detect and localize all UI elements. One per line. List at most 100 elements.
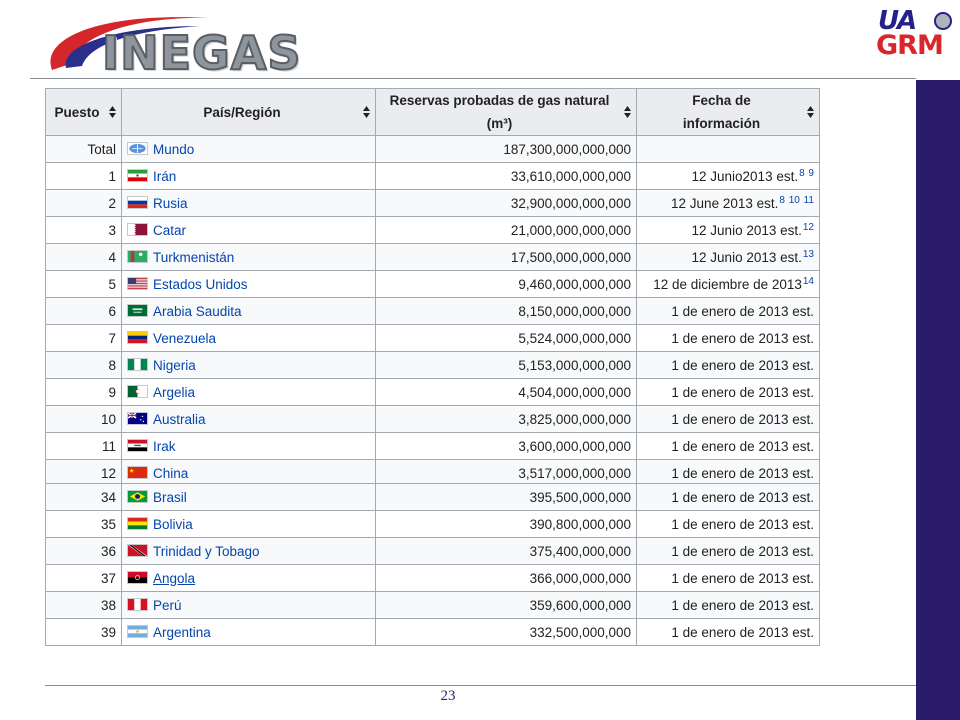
rank-cell: 4 [45,243,122,271]
argentina-flag-icon [127,625,148,639]
table-header-row: Puesto País/Región Reservas probadas de … [45,88,820,136]
country-cell: Arabia Saudita [121,297,376,325]
date-text: 1 de enero de 2013 est. [671,411,814,427]
table-row: 9 Argelia 4,504,000,000,000 1 de enero de 2… [45,378,820,406]
rank-cell: 8 [45,351,122,379]
reserves-cell: 332,500,000,000 [375,618,637,646]
country-cell: Mundo [121,135,376,163]
date-cell: 1 de enero de 2013 est. [636,564,820,592]
table-row: 38 Perú 359,600,000,000 1 de enero de 2013 … [45,591,820,619]
date-text: 1 de enero de 2013 est. [671,516,814,532]
table-row: 5 Estados Unidos 9,460,000,000,000 12 de di… [45,270,820,298]
header-date-label-2: información [682,116,761,131]
date-text: 1 de enero de 2013 est. [671,303,814,319]
date-cell: 1 de enero de 2013 est. [636,510,820,538]
country-cell: Brasil [121,483,376,511]
table-row: 8 Nigeria 5,153,000,000,000 1 de enero de 2… [45,351,820,379]
reserves-cell: 21,000,000,000,000 [375,216,637,244]
side-bar [916,80,960,720]
country-link[interactable]: Arabia Saudita [153,304,242,319]
country-cell: Perú [121,591,376,619]
date-cell: 1 de enero de 2013 est. [636,618,820,646]
country-link[interactable]: China [153,466,188,481]
nigeria-flag-icon [127,358,148,372]
reserves-cell: 3,600,000,000,000 [375,432,637,460]
china-flag-icon [127,466,148,480]
country-link[interactable]: Mundo [153,142,194,157]
country-link[interactable]: Estados Unidos [153,277,248,292]
country-link[interactable]: Nigeria [153,358,196,373]
reference-link[interactable]: 14 [803,276,814,287]
country-link[interactable]: Argelia [153,385,195,400]
country-link[interactable]: Trinidad y Tobago [153,544,260,559]
header-divider [30,78,916,79]
country-cell: Venezuela [121,324,376,352]
footer-divider [45,685,916,686]
reference-link[interactable]: 12 [803,222,814,233]
date-text: 1 de enero de 2013 est. [671,543,814,559]
uagrm-logo-bottom: GRM [876,30,944,61]
date-text: 1 de enero de 2013 est. [671,489,814,505]
inegas-logo-text: INEGAS [101,26,302,80]
rank-cell: Total [45,135,122,163]
gas-reserves-table-bottom: 34 Brasil 395,500,000,000 1 de enero de 201… [45,483,820,646]
country-link[interactable]: Irak [153,439,176,454]
date-text: 12 de diciembre de 2013 [653,277,802,292]
date-cell [636,135,820,163]
country-link[interactable]: Irán [153,169,176,184]
country-link[interactable]: Venezuela [153,331,216,346]
table-row: 34 Brasil 395,500,000,000 1 de enero de 201… [45,483,820,511]
reference-link[interactable]: 8 10 11 [779,195,814,206]
country-cell: Argelia [121,378,376,406]
date-text: 1 de enero de 2013 est. [671,465,814,481]
brazil-flag-icon [127,490,148,504]
country-link[interactable]: Perú [153,598,182,613]
reserves-cell: 33,610,000,000,000 [375,162,637,190]
rank-cell: 37 [45,564,122,592]
reserves-cell: 359,600,000,000 [375,591,637,619]
rank-cell: 34 [45,483,122,511]
country-link[interactable]: Bolivia [153,517,193,532]
date-text: 12 Junio2013 est. [691,169,799,184]
country-cell: Argentina [121,618,376,646]
saudi-flag-icon [127,304,148,318]
table-row: 11 Irak 3,600,000,000,000 1 de enero de 201… [45,432,820,460]
date-cell: 1 de enero de 2013 est. [636,351,820,379]
inegas-logo: INEGAS [40,8,310,80]
date-cell: 12 June 2013 est.8 10 11 [636,189,820,217]
header-date[interactable]: Fecha de información [636,88,820,136]
reserves-cell: 9,460,000,000,000 [375,270,637,298]
rank-cell: 1 [45,162,122,190]
date-text: 1 de enero de 2013 est. [671,597,814,613]
header-country[interactable]: País/Región [121,88,376,136]
table-row: 39 Argentina 332,500,000,000 1 de enero de … [45,618,820,646]
header-rank[interactable]: Puesto [45,88,122,136]
country-link[interactable]: Angola [153,571,195,586]
reserves-cell: 17,500,000,000,000 [375,243,637,271]
date-text: 1 de enero de 2013 est. [671,624,814,640]
australia-flag-icon [127,412,148,426]
header-reserves-label-2: (m³) [486,116,513,131]
country-link[interactable]: Turkmenistán [153,250,234,265]
date-cell: 1 de enero de 2013 est. [636,483,820,511]
country-link[interactable]: Argentina [153,625,211,640]
country-cell: Irán [121,162,376,190]
header-reserves[interactable]: Reservas probadas de gas natural (m³) [375,88,637,136]
country-link[interactable]: Rusia [153,196,188,211]
country-cell: Estados Unidos [121,270,376,298]
table-row: 7 Venezuela 5,524,000,000,000 1 de enero de… [45,324,820,352]
country-link[interactable]: Australia [153,412,206,427]
reference-link[interactable]: 13 [803,249,814,260]
reference-link[interactable]: 8 9 [799,168,814,179]
table-row: 4 Turkmenistán 17,500,000,000,000 12 Junio … [45,243,820,271]
country-link[interactable]: Catar [153,223,186,238]
table-row: 10 Australia 3,825,000,000,000 1 de enero d… [45,405,820,433]
reserves-cell: 3,825,000,000,000 [375,405,637,433]
country-link[interactable]: Brasil [153,490,187,505]
rank-cell: 10 [45,405,122,433]
university-seal-icon [934,12,952,30]
venezuela-flag-icon [127,331,148,345]
sort-icon [807,106,814,118]
gas-reserves-table-top: Puesto País/Región Reservas probadas de … [45,88,820,487]
date-cell: 1 de enero de 2013 est. [636,591,820,619]
